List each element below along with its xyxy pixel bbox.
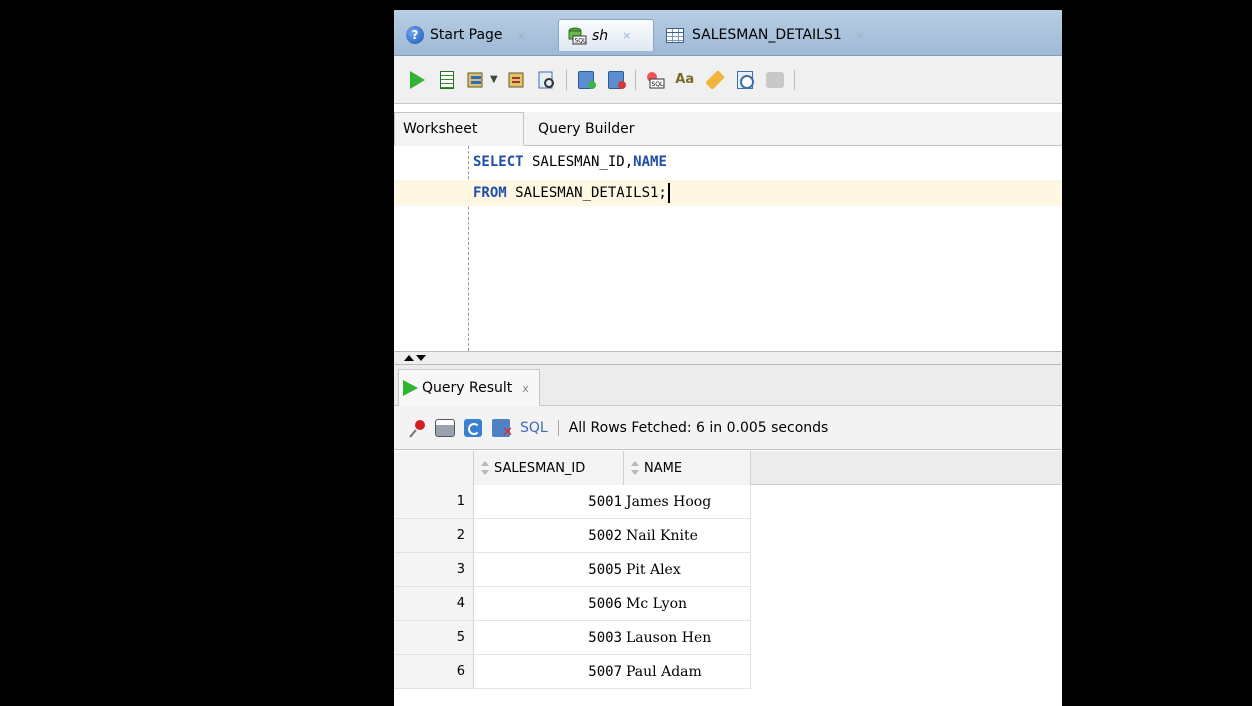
clear-icon[interactable]	[704, 69, 726, 91]
svg-text:SQL: SQL	[575, 37, 588, 44]
format-case-icon[interactable]: Aa	[674, 69, 696, 91]
rollback-icon[interactable]	[605, 69, 627, 91]
editor-subtabs: Worksheet Query Builder	[394, 112, 1062, 146]
table-row[interactable]: 2 5002 Nail Knite	[394, 519, 1062, 553]
code-line-current: FROM SALESMAN_DETAILS1;	[394, 180, 1062, 206]
sql-developer-window: ? Start Page × SQL sh × SALESMAN_DETAILS…	[394, 10, 1062, 706]
row-number: 5	[394, 621, 474, 655]
tuning-advisor-icon[interactable]	[764, 69, 786, 91]
cell-salesman-id[interactable]: 5007	[474, 655, 624, 689]
sql-button[interactable]: SQL	[520, 420, 548, 436]
sql-keyword: SELECT	[473, 154, 524, 170]
editor-gutter	[468, 146, 469, 351]
row-number: 3	[394, 553, 474, 587]
print-icon[interactable]	[435, 418, 455, 437]
sql-keyword: NAME	[633, 154, 667, 170]
toolbar-separator	[557, 419, 559, 436]
column-header-salesman-id[interactable]: SALESMAN_ID	[474, 451, 624, 485]
sql-text: SALESMAN_DETAILS1;	[506, 185, 667, 201]
help-icon: ?	[406, 26, 424, 44]
svg-text:SQL: SQL	[651, 81, 664, 88]
autotrace-icon[interactable]	[466, 69, 488, 91]
tab-worksheet[interactable]: Worksheet	[394, 112, 524, 146]
cell-salesman-id[interactable]: 5005	[474, 553, 624, 587]
table-row[interactable]: 3 5005 Pit Alex	[394, 553, 1062, 587]
table-row[interactable]: 4 5006 Mc Lyon	[394, 587, 1062, 621]
chevron-down-icon[interactable]: ▼	[490, 74, 498, 85]
result-toolbar: SQL All Rows Fetched: 6 in 0.005 seconds	[394, 406, 1062, 450]
tab-sh[interactable]: SQL sh ×	[558, 19, 654, 51]
fetch-status: All Rows Fetched: 6 in 0.005 seconds	[568, 419, 829, 436]
tab-label: Start Page	[430, 27, 503, 43]
row-number: 1	[394, 485, 474, 519]
column-header-label: NAME	[644, 460, 683, 476]
toolbar-separator	[793, 69, 795, 90]
table-row[interactable]: 5 5003 Lauson Hen	[394, 621, 1062, 655]
row-number: 4	[394, 587, 474, 621]
explain-plan-icon[interactable]	[506, 69, 528, 91]
close-icon[interactable]: ×	[622, 29, 631, 42]
tab-query-result[interactable]: Query Result x	[398, 369, 540, 406]
code-line: SELECT SALESMAN_ID,NAME	[473, 149, 667, 175]
cell-name[interactable]: Pit Alex	[624, 553, 751, 587]
row-number-header	[394, 451, 474, 485]
sql-keyword: FROM	[473, 185, 507, 201]
worksheet-toolbar: ▼ SQL Aa	[394, 56, 1062, 104]
toolbar-separator	[565, 69, 567, 90]
tab-salesman-details1[interactable]: SALESMAN_DETAILS1 ×	[658, 19, 908, 51]
tab-query-builder[interactable]: Query Builder	[530, 112, 660, 146]
tab-label: Query Result	[422, 380, 513, 396]
tab-label: Worksheet	[403, 121, 478, 137]
tab-label: Query Builder	[538, 121, 635, 137]
sql-editor[interactable]: SELECT SALESMAN_ID,NAME FROM SALESMAN_DE…	[394, 146, 1062, 351]
cell-salesman-id[interactable]: 5003	[474, 621, 624, 655]
sort-icon[interactable]	[630, 461, 640, 475]
sort-icon[interactable]	[480, 461, 490, 475]
expand-up-icon[interactable]	[404, 355, 414, 361]
unshared-sql-icon[interactable]: SQL	[644, 69, 666, 91]
sql-history-icon[interactable]	[734, 69, 756, 91]
tab-label: sh	[592, 27, 609, 44]
tab-start-page[interactable]: ? Start Page ×	[398, 19, 556, 51]
sql-connection-icon: SQL	[567, 27, 587, 45]
table-icon	[666, 27, 684, 43]
document-tab-bar: ? Start Page × SQL sh × SALESMAN_DETAILS…	[394, 10, 1062, 56]
table-row[interactable]: 1 5001 James Hoog	[394, 485, 1062, 519]
cell-salesman-id[interactable]: 5001	[474, 485, 624, 519]
text-caret	[667, 183, 670, 203]
refresh-icon[interactable]	[464, 418, 482, 437]
pin-icon[interactable]	[410, 419, 426, 436]
grid-header: SALESMAN_ID NAME	[394, 451, 1062, 485]
close-icon[interactable]: ×	[517, 29, 526, 42]
tab-label: SALESMAN_DETAILS1	[692, 27, 842, 43]
panel-splitter[interactable]	[394, 351, 1062, 365]
result-grid[interactable]: SALESMAN_ID NAME 1 5001 James Hoog 2 500…	[394, 451, 1062, 706]
column-header-name[interactable]: NAME	[624, 451, 751, 485]
collapse-down-icon[interactable]	[416, 355, 426, 361]
cell-name[interactable]: Mc Lyon	[624, 587, 751, 621]
run-icon	[403, 380, 418, 396]
commit-icon[interactable]	[575, 69, 597, 91]
run-statement-icon[interactable]	[406, 69, 428, 91]
clear-results-icon[interactable]	[492, 418, 513, 440]
column-header-label: SALESMAN_ID	[494, 460, 586, 476]
cell-salesman-id[interactable]: 5006	[474, 587, 624, 621]
close-icon[interactable]: x	[522, 382, 529, 395]
run-script-icon[interactable]	[436, 69, 458, 91]
cell-name[interactable]: Nail Knite	[624, 519, 751, 553]
sql-tuning-icon[interactable]	[536, 69, 558, 91]
toolbar-separator	[634, 69, 636, 90]
result-tab-bar: Query Result x	[394, 365, 1062, 406]
close-icon[interactable]: ×	[856, 29, 865, 42]
sql-text: SALESMAN_ID,	[523, 154, 634, 170]
cell-salesman-id[interactable]: 5002	[474, 519, 624, 553]
row-number: 2	[394, 519, 474, 553]
row-number: 6	[394, 655, 474, 689]
table-row[interactable]: 6 5007 Paul Adam	[394, 655, 1062, 689]
cell-name[interactable]: James Hoog	[624, 485, 751, 519]
cell-name[interactable]: Lauson Hen	[624, 621, 751, 655]
cell-name[interactable]: Paul Adam	[624, 655, 751, 689]
